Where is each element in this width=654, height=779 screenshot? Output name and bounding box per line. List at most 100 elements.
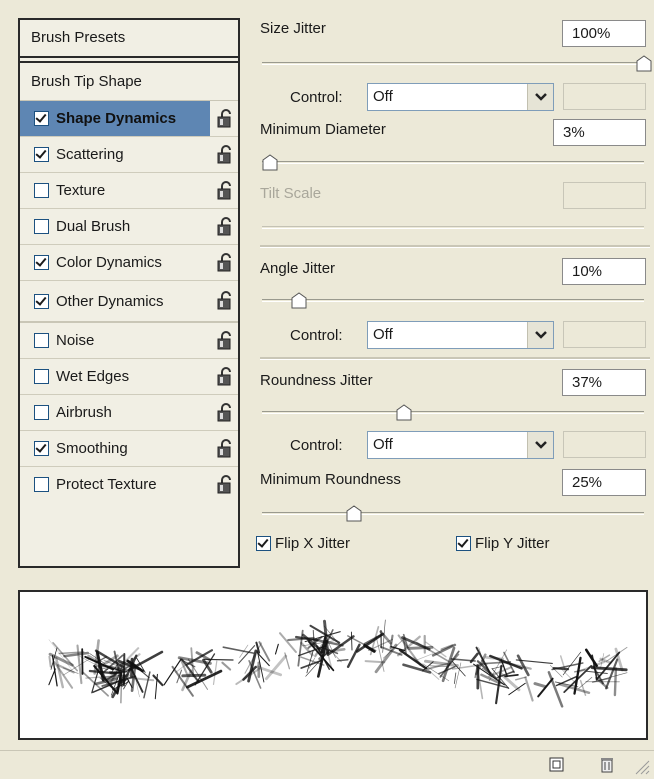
brush-stroke-mark xyxy=(538,679,552,697)
sidebar-item-dual-brush[interactable]: Dual Brush xyxy=(20,209,238,245)
brush-stroke-mark xyxy=(535,684,545,687)
brush-stroke-mark xyxy=(615,669,616,696)
angle-jitter-value[interactable]: 10% xyxy=(562,258,646,285)
sidebar-item-airbrush[interactable]: Airbrush xyxy=(20,395,238,431)
brush-stroke-mark xyxy=(525,678,532,701)
flip-y-checkbox-box[interactable] xyxy=(456,536,471,551)
flip-y-jitter-checkbox[interactable]: Flip Y Jitter xyxy=(456,535,549,552)
lock-icon[interactable] xyxy=(216,181,234,201)
noise-checkbox[interactable] xyxy=(34,333,49,348)
dual-brush-checkbox[interactable] xyxy=(34,219,49,234)
sidebar-item-label: Color Dynamics xyxy=(56,254,162,271)
minimum-roundness-value[interactable]: 25% xyxy=(562,469,646,496)
other-dynamics-checkbox[interactable] xyxy=(34,294,49,309)
roundness-jitter-value[interactable]: 37% xyxy=(562,369,646,396)
size-jitter-value[interactable]: 100% xyxy=(562,20,646,47)
panel-footer xyxy=(0,750,654,779)
tilt-scale-slider xyxy=(262,226,644,229)
brush-stroke-mark xyxy=(164,659,181,685)
brush-stroke-mark xyxy=(298,631,302,666)
chevron-down-icon[interactable] xyxy=(527,322,553,348)
scattering-checkbox[interactable] xyxy=(34,147,49,162)
sidebar-item-label: Smoothing xyxy=(56,440,128,457)
lock-icon[interactable] xyxy=(216,291,234,311)
brush-tip-shape-item[interactable]: Brush Tip Shape xyxy=(20,63,238,101)
trash-icon[interactable] xyxy=(598,755,616,773)
angle-control-select[interactable]: Off xyxy=(367,321,554,349)
chevron-down-icon[interactable] xyxy=(527,432,553,458)
airbrush-checkbox[interactable] xyxy=(34,405,49,420)
sidebar-item-scattering[interactable]: Scattering xyxy=(20,137,238,173)
angle-control-blank-field xyxy=(563,321,646,348)
minimum-diameter-value[interactable]: 3% xyxy=(553,119,646,146)
minimum-diameter-label: Minimum Diameter xyxy=(260,121,386,138)
lock-icon[interactable] xyxy=(216,403,234,423)
tilt-scale-label: Tilt Scale xyxy=(260,185,321,202)
roundness-control-select[interactable]: Off xyxy=(367,431,554,459)
brush-stroke-mark xyxy=(509,683,526,695)
size-control-blank-field xyxy=(563,83,646,110)
shape-dynamics-checkbox[interactable] xyxy=(34,111,49,126)
size-control-select[interactable]: Off xyxy=(367,83,554,111)
size-control-value: Off xyxy=(373,88,393,105)
brush-stroke-mark xyxy=(110,672,121,673)
sidebar-item-protect-texture[interactable]: Protect Texture xyxy=(20,467,238,502)
angle-jitter-slider-thumb[interactable] xyxy=(291,292,307,309)
size-jitter-slider[interactable] xyxy=(262,62,644,65)
minimum-roundness-slider-thumb[interactable] xyxy=(346,505,362,522)
control-label: Control: xyxy=(290,89,343,106)
roundness-jitter-slider-thumb[interactable] xyxy=(396,404,412,421)
protect-texture-checkbox[interactable] xyxy=(34,477,49,492)
lock-icon[interactable] xyxy=(216,331,234,351)
sidebar-item-label: Dual Brush xyxy=(56,218,130,235)
lock-icon[interactable] xyxy=(216,217,234,237)
sidebar-item-smoothing[interactable]: Smoothing xyxy=(20,431,238,467)
lock-icon[interactable] xyxy=(216,439,234,459)
minimum-diameter-slider-thumb[interactable] xyxy=(262,154,278,171)
lock-icon[interactable] xyxy=(216,145,234,165)
brush-stroke-mark xyxy=(365,635,381,644)
sidebar-item-label: Shape Dynamics xyxy=(56,110,176,127)
lock-icon[interactable] xyxy=(216,253,234,273)
texture-checkbox[interactable] xyxy=(34,183,49,198)
sidebar-item-color-dynamics[interactable]: Color Dynamics xyxy=(20,245,238,281)
color-dynamics-checkbox[interactable] xyxy=(34,255,49,270)
angle-jitter-slider[interactable] xyxy=(262,299,644,302)
brush-stroke-mark xyxy=(348,645,359,667)
wet-edges-checkbox[interactable] xyxy=(34,369,49,384)
section-divider xyxy=(260,357,650,360)
sidebar-item-label: Protect Texture xyxy=(56,476,157,493)
sidebar-item-shape-dynamics[interactable]: Shape Dynamics xyxy=(20,101,238,137)
brush-stroke-mark xyxy=(276,644,279,654)
sidebar-item-texture[interactable]: Texture xyxy=(20,173,238,209)
brush-stroke-mark xyxy=(486,657,502,659)
sidebar-item-label: Noise xyxy=(56,332,94,349)
brush-stroke-mark xyxy=(575,670,585,672)
minimum-roundness-slider[interactable] xyxy=(262,512,644,515)
brush-stroke-mark xyxy=(285,653,290,669)
brush-stroke-preview xyxy=(18,590,648,740)
lock-icon[interactable] xyxy=(216,475,234,495)
brush-presets-item[interactable]: Brush Presets xyxy=(20,20,238,58)
flip-x-jitter-checkbox[interactable]: Flip X Jitter xyxy=(256,535,350,552)
minimum-diameter-slider[interactable] xyxy=(262,161,644,164)
roundness-jitter-slider[interactable] xyxy=(262,411,644,414)
flip-x-label: Flip X Jitter xyxy=(275,535,350,552)
sidebar-item-noise[interactable]: Noise xyxy=(20,323,238,359)
smoothing-checkbox[interactable] xyxy=(34,441,49,456)
lock-icon[interactable] xyxy=(216,367,234,387)
brush-stroke-mark xyxy=(599,673,627,681)
sidebar-item-label: Scattering xyxy=(56,146,124,163)
new-preset-icon[interactable] xyxy=(548,755,566,773)
size-jitter-label: Size Jitter xyxy=(260,20,326,37)
lock-icon[interactable] xyxy=(216,109,234,129)
sidebar-item-label: Texture xyxy=(56,182,105,199)
chevron-down-icon[interactable] xyxy=(527,84,553,110)
sidebar-item-other-dynamics[interactable]: Other Dynamics xyxy=(20,281,238,323)
flip-x-checkbox-box[interactable] xyxy=(256,536,271,551)
size-jitter-slider-thumb[interactable] xyxy=(636,55,652,72)
angle-jitter-label: Angle Jitter xyxy=(260,260,335,277)
sidebar-item-wet-edges[interactable]: Wet Edges xyxy=(20,359,238,395)
brush-stroke-mark xyxy=(416,654,433,661)
resize-grip-icon[interactable] xyxy=(632,757,650,775)
